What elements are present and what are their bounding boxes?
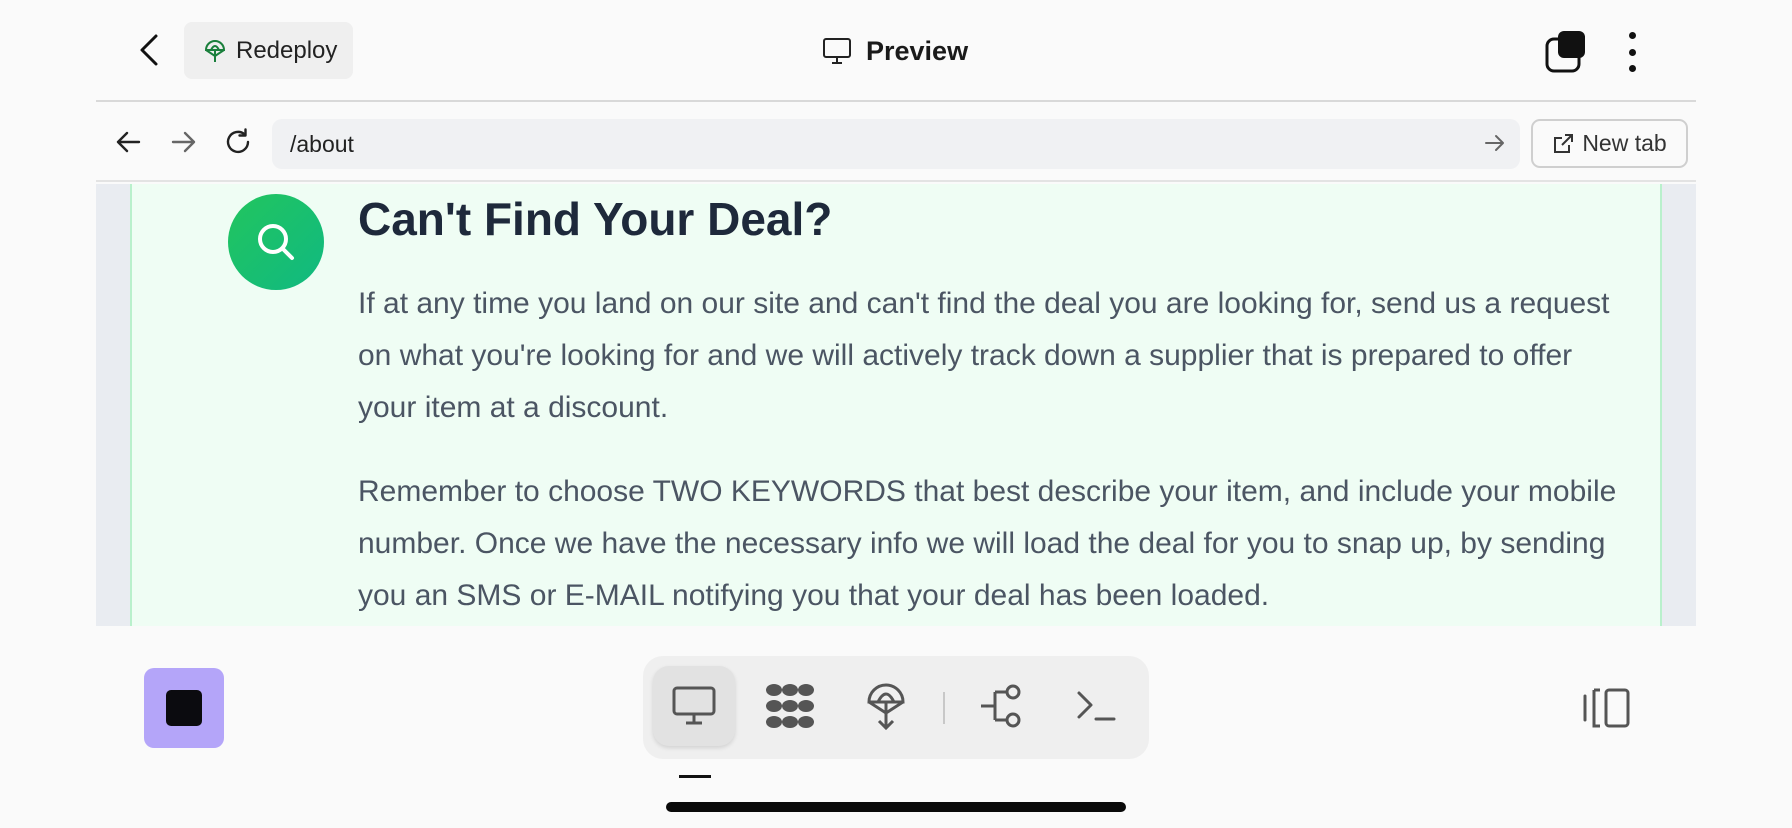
redeploy-label: Redeploy (236, 36, 338, 64)
search-badge (228, 194, 324, 290)
back-button[interactable] (134, 30, 164, 70)
redeploy-button[interactable]: Redeploy (184, 22, 353, 79)
dock-preview-button[interactable] (653, 666, 735, 746)
terminal-icon (1077, 691, 1116, 721)
card-paragraph-2: Remember to choose TWO KEYWORDS that bes… (358, 475, 1617, 612)
deploy-icon (867, 683, 905, 730)
reload-button[interactable] (220, 124, 256, 160)
external-link-icon (1554, 133, 1574, 153)
tabs-icon (1545, 31, 1585, 73)
arrow-right-icon (171, 131, 196, 153)
stop-icon (166, 690, 202, 726)
page-title: Preview (866, 35, 969, 66)
nav-back-button[interactable] (110, 124, 146, 160)
monitor-icon (672, 686, 716, 725)
dock-apps-button[interactable] (749, 666, 831, 746)
toggle-side-panel-button[interactable] (1582, 686, 1632, 730)
monitor-icon (823, 38, 851, 64)
stop-button[interactable] (144, 668, 224, 748)
url-text: /about (290, 130, 354, 157)
home-indicator (666, 802, 1126, 812)
arrow-left-icon (116, 131, 141, 153)
top-header: Redeploy Preview (96, 0, 1696, 102)
web-preview-viewport[interactable]: Can't Find Your Deal? If at any time you… (96, 184, 1696, 626)
dock-deploy-button[interactable] (845, 666, 927, 746)
card-paragraph-1: If at any time you land on our site and … (358, 287, 1610, 424)
apps-icon (766, 684, 814, 728)
search-icon (258, 224, 294, 260)
card-heading: Can't Find Your Deal? (358, 193, 833, 245)
deal-info-card: Can't Find Your Deal? If at any time you… (130, 184, 1662, 626)
side-panel-icon (1583, 688, 1630, 728)
new-tab-label: New tab (1582, 130, 1667, 156)
deploy-icon (204, 39, 226, 62)
dock-separator (943, 692, 945, 724)
reload-icon (226, 128, 250, 154)
browser-nav-bar: /about New tab (96, 104, 1696, 182)
nav-forward-button[interactable] (166, 124, 202, 160)
url-bar[interactable]: /about (272, 119, 1520, 169)
bottom-dock (643, 656, 1149, 759)
more-options-icon[interactable] (1622, 30, 1642, 74)
go-arrow-icon[interactable] (1484, 132, 1506, 154)
dock-git-button[interactable] (961, 666, 1043, 746)
new-tab-button[interactable]: New tab (1531, 119, 1688, 168)
git-branch-icon (981, 684, 1021, 728)
dock-active-indicator (679, 775, 711, 778)
chevron-left-icon (140, 34, 158, 66)
dock-terminal-button[interactable] (1055, 666, 1137, 746)
page-title-group: Preview (822, 30, 968, 72)
tabs-button[interactable] (1544, 30, 1588, 74)
